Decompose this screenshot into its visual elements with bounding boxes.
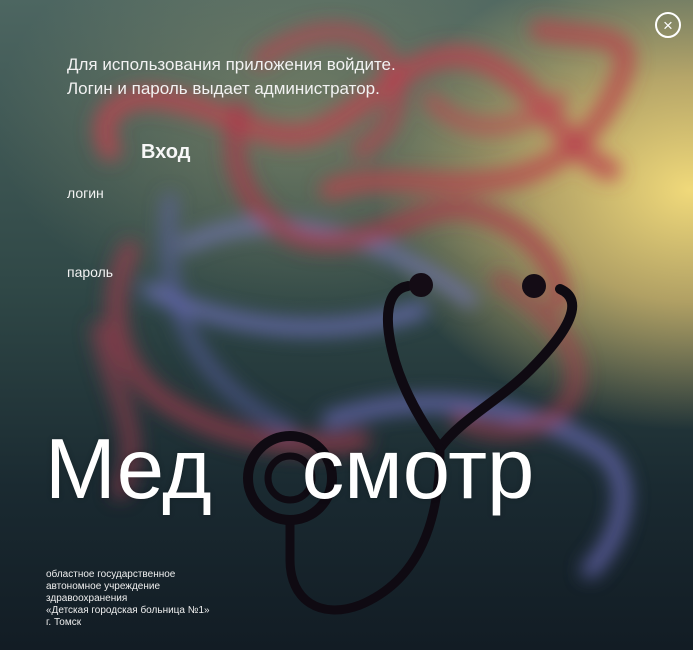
intro-line-1: Для использования приложения войдите. [67,55,396,74]
password-input[interactable] [66,285,326,311]
org-line-3: здравоохранения [46,593,128,604]
close-icon: × [663,15,673,35]
organization-info: областное государственное автономное учр… [46,569,210,629]
logo-stethoscope-o [212,425,302,515]
org-line-4: «Детская городская больница №1» [46,605,210,616]
org-line-2: автономное учреждение [46,581,161,592]
org-line-5: г. Томск [46,617,82,628]
intro-line-2: Логин и пароль выдает администратор. [67,79,380,98]
org-line-1: областное государственное [46,569,176,580]
app-logo: Мед смотр [45,415,534,525]
close-button[interactable]: × [655,12,681,38]
logo-text-end: смотр [301,422,535,517]
login-title: Вход [141,141,191,163]
login-label: логин [67,185,104,201]
intro-text: Для использования приложения войдите. Ло… [67,53,487,101]
stethoscope-earpieces [409,273,546,298]
login-input[interactable] [66,206,326,232]
password-label: пароль [67,264,114,280]
logo-text-start: Мед [45,422,212,517]
